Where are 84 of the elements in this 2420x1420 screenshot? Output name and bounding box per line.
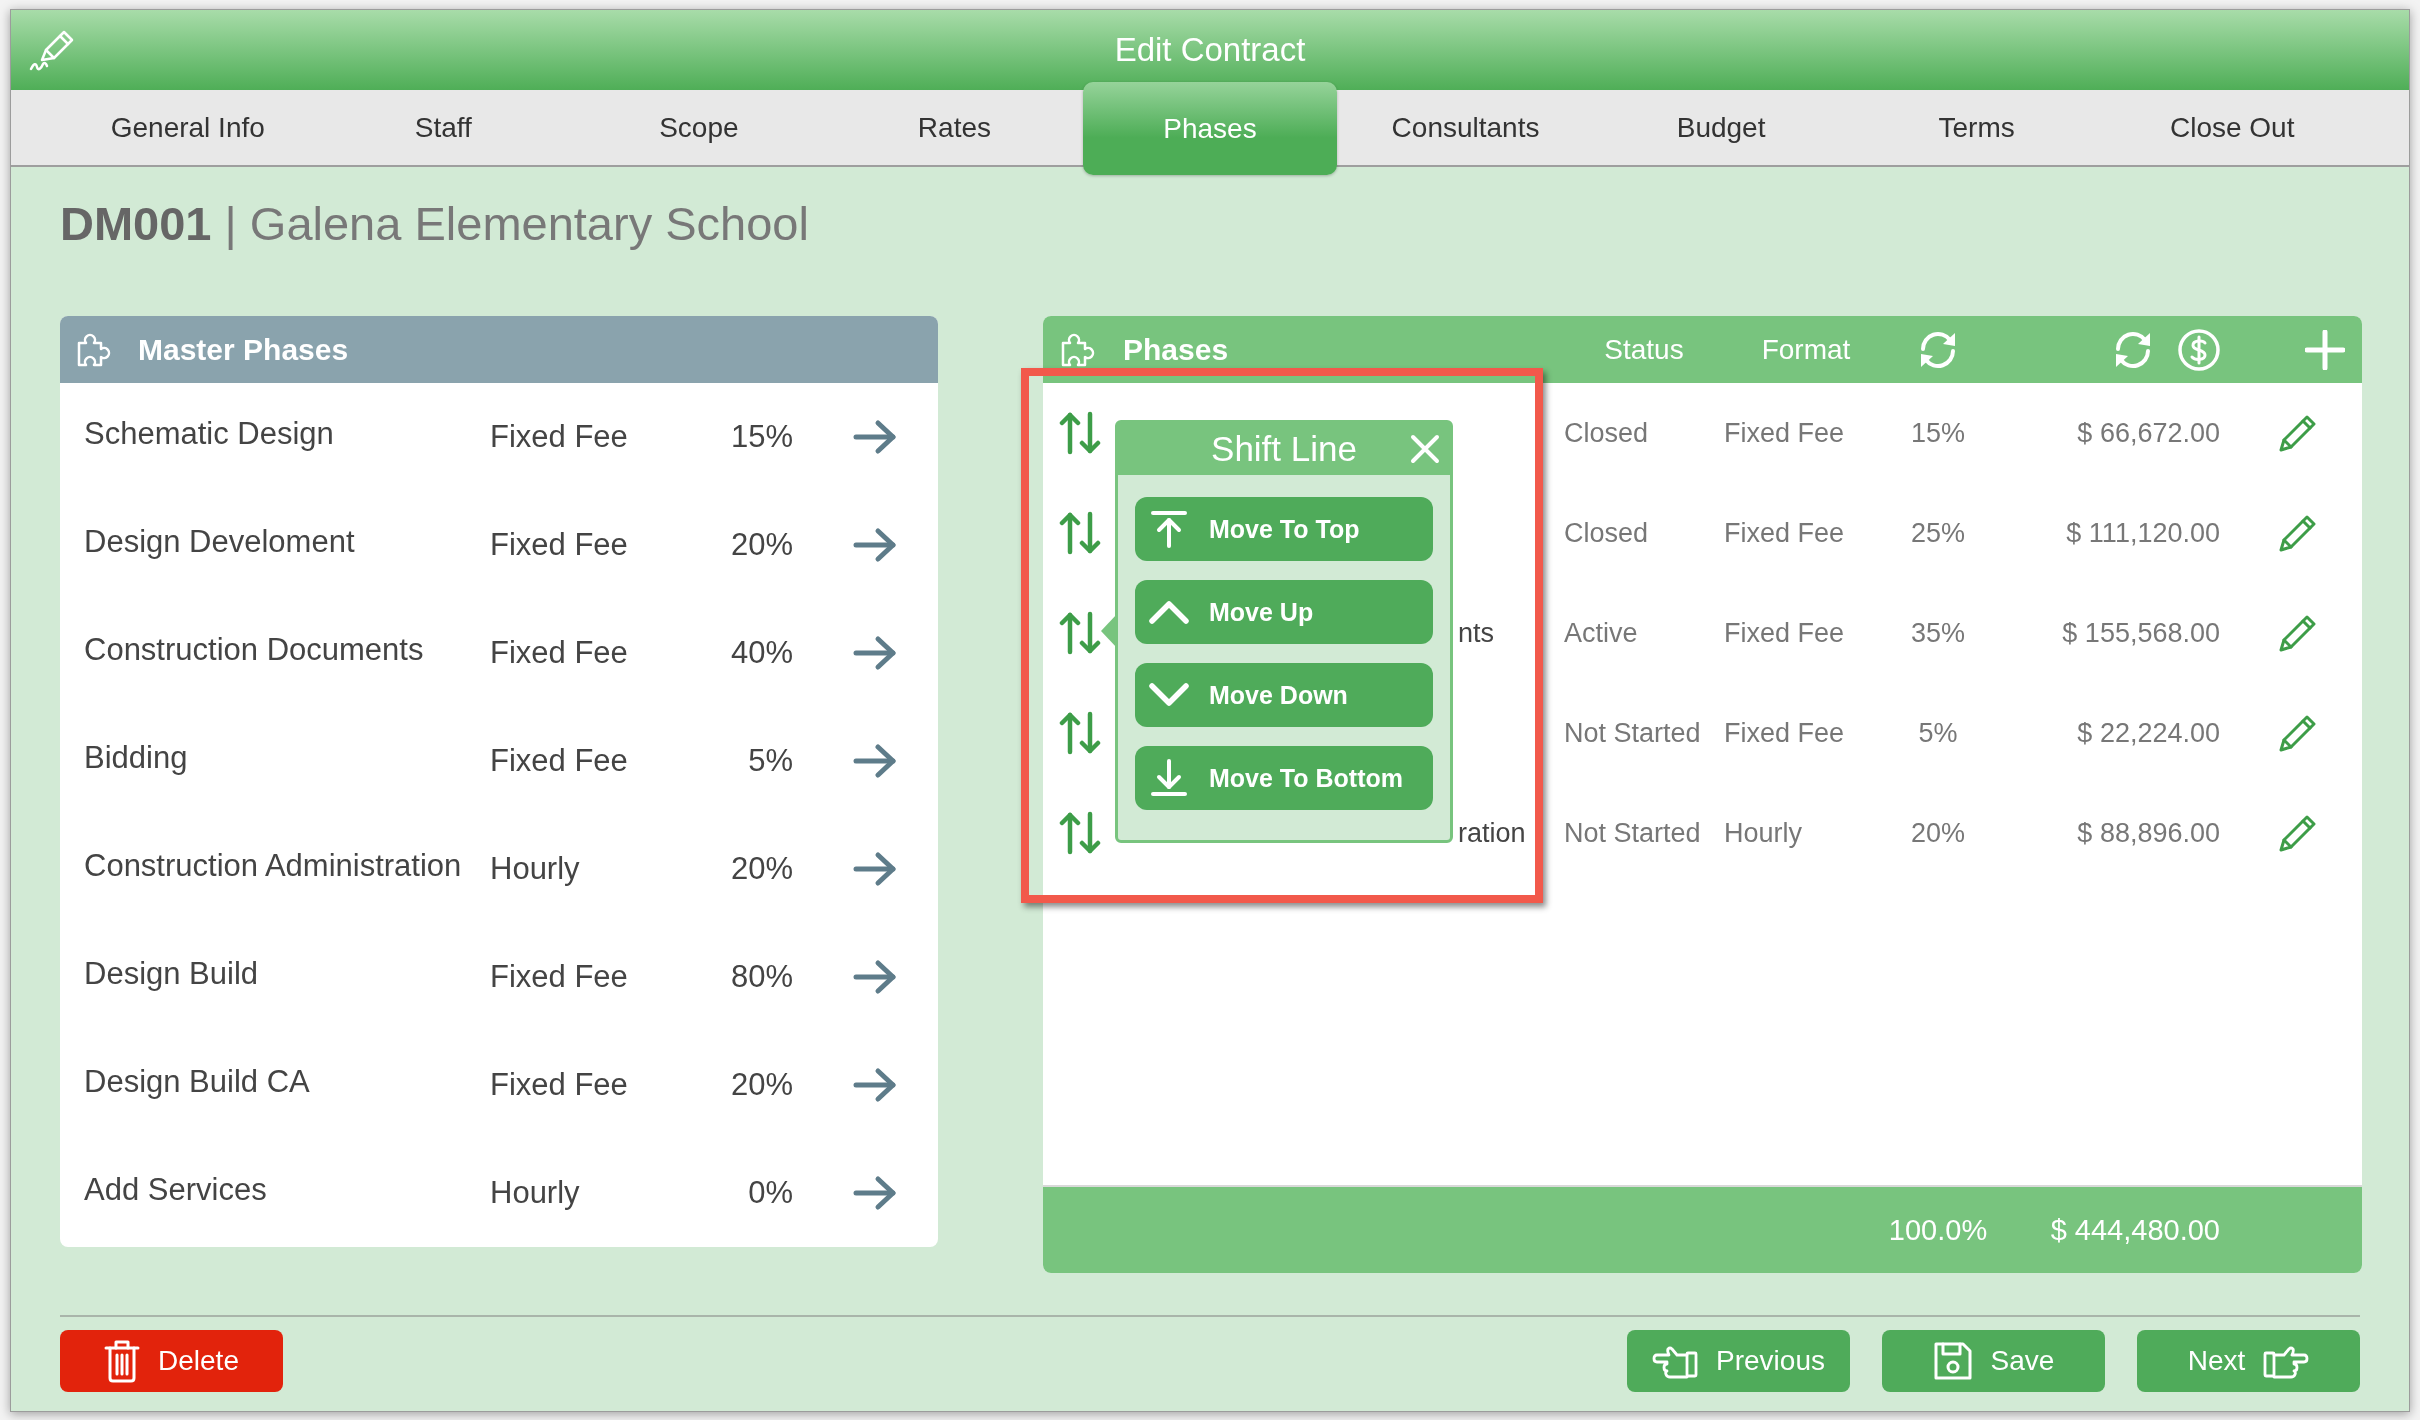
tab[interactable]: Budget [1593,90,1849,165]
move-button[interactable]: Move To Bottom [1135,746,1433,810]
phase-percent: 25% [1910,517,1965,549]
phase-format: Hourly [490,851,580,887]
panel-title: Master Phases [138,332,349,367]
close-button[interactable] [1409,433,1441,465]
phase-status: Active [1564,617,1638,649]
dollar-circle-icon[interactable] [2178,328,2220,371]
move-button[interactable]: Move To Top [1135,497,1433,561]
phase-format: Fixed Fee [490,527,628,563]
sort-arrows-icon[interactable] [1059,511,1101,555]
phase-percent: 20% [730,851,793,887]
move-button[interactable]: Move Down [1135,663,1433,727]
window-title: Edit Contract [1114,31,1306,69]
move-button[interactable]: Move Up [1135,580,1433,644]
phase-format: Fixed Fee [1724,417,1845,449]
phase-percent: 40% [730,635,793,671]
phase-format: Hourly [490,1175,580,1211]
sort-arrows-icon[interactable] [1059,611,1101,655]
phase-name: Construction Administration [84,848,462,884]
phase-format: Fixed Fee [1724,517,1845,549]
phase-format: Fixed Fee [490,1067,628,1103]
phase-name: Design Build CA [84,1064,310,1100]
phase-percent: 15% [730,419,793,455]
phase-name: nts [1458,617,1495,649]
phase-format: Fixed Fee [490,419,628,455]
trash-icon [104,1339,141,1383]
phase-percent: 20% [730,1067,793,1103]
delete-button[interactable]: Delete [60,1330,283,1392]
total-percent: 100.0% [1888,1213,1988,1247]
phase-status: Closed [1564,517,1649,549]
popup-title: Shift Line [1211,429,1357,469]
contract-title: DM001 | Galena Elementary School [60,196,809,252]
phase-name: Bidding [84,740,188,776]
phase-percent: 20% [1910,817,1965,849]
sort-arrows-icon[interactable] [1059,411,1101,455]
phase-amount: $ 155,568.00 [2062,617,2220,649]
tab[interactable]: Terms [1848,90,2105,165]
phase-format: Fixed Fee [490,635,628,671]
puzzle-icon [1061,332,1095,367]
save-button[interactable]: Save [1882,1330,2105,1392]
phase-percent: 5% [1918,717,1958,749]
tab[interactable]: Consultants [1337,90,1594,165]
phase-status: Not Started [1564,817,1701,849]
phase-percent: 0% [748,1175,793,1211]
tab[interactable]: Scope [571,90,827,165]
next-button[interactable]: Next [2137,1330,2360,1392]
close-icon [1410,434,1440,464]
phase-percent: 20% [730,527,793,563]
tab[interactable]: Rates [826,90,1083,165]
tab[interactable]: Close Out [2104,90,2360,165]
tab[interactable]: Staff [315,90,572,165]
phase-name: ration [1458,817,1526,849]
total-amount: $ 444,480.00 [2050,1213,2220,1247]
phase-percent: 15% [1910,417,1965,449]
sort-arrows-icon[interactable] [1059,711,1101,755]
phase-status: Not Started [1564,717,1701,749]
phase-format: Fixed Fee [490,959,628,995]
phase-percent: 5% [748,743,793,779]
phase-amount: $ 111,120.00 [2066,517,2220,549]
puzzle-icon [77,332,111,367]
sort-arrows-icon[interactable] [1059,811,1101,855]
phase-status: Closed [1564,417,1649,449]
phase-format: Fixed Fee [1724,617,1845,649]
column-header: Status [1604,333,1684,366]
phase-name: Construction Documents [84,632,424,668]
phase-format: Hourly [1724,817,1803,849]
phase-percent: 35% [1910,617,1965,649]
phase-amount: $ 66,672.00 [2077,417,2220,449]
phase-format: Fixed Fee [490,743,628,779]
phase-percent: 80% [730,959,793,995]
phase-amount: $ 22,224.00 [2077,717,2220,749]
phase-name: Design Build [84,956,259,992]
tab[interactable]: General Info [60,90,316,165]
panel-title: Phases [1123,332,1229,367]
plus-icon[interactable] [2305,329,2345,370]
tab[interactable]: Phases [1083,82,1337,175]
phase-amount: $ 88,896.00 [2077,817,2220,849]
phase-format: Fixed Fee [1724,717,1845,749]
phase-name: Schematic Design [84,416,334,452]
previous-button[interactable]: Previous [1627,1330,1850,1392]
phase-name: Design Develoment [84,524,355,560]
column-header: Format [1761,333,1851,366]
phase-name: Add Services [84,1172,267,1208]
